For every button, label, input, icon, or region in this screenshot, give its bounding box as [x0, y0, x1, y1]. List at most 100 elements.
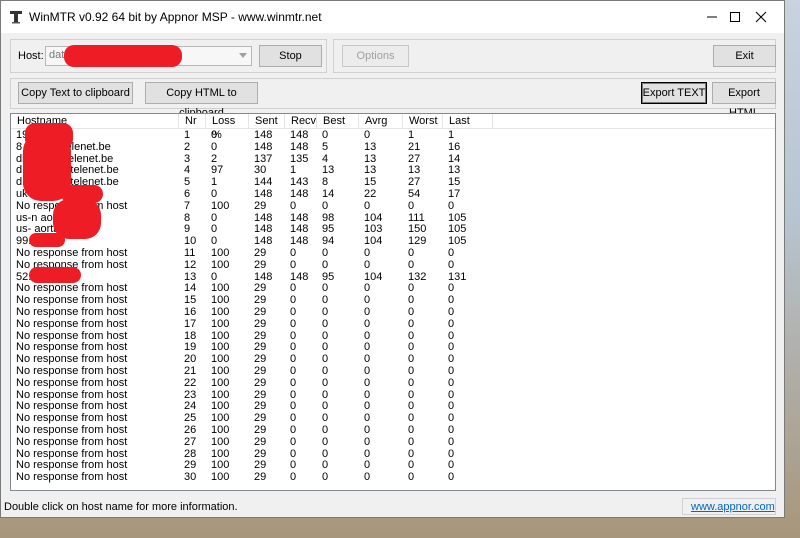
cell-sent: 148 — [254, 140, 273, 153]
cell-recv: 148 — [290, 129, 309, 141]
cell-last: 0 — [448, 247, 455, 259]
table-row[interactable]: No response from host 22 100 29 0 0 0 0 0 — [11, 377, 775, 389]
cell-last: 16 — [448, 140, 461, 153]
table-row[interactable]: 8 access.telenet.be201481485132116 — [11, 141, 775, 153]
table-row[interactable]: uk-lo aorta.net6014814814225417 — [11, 188, 775, 200]
close-button[interactable] — [738, 1, 784, 33]
cell-best: 0 — [322, 388, 329, 401]
cell-hostname: No response from host — [16, 471, 128, 484]
table-row[interactable]: No response from host 24 100 29 0 0 0 0 0 — [11, 400, 775, 412]
table-row[interactable]: 19 1 0 148 148 0 0 1 1 — [11, 129, 775, 141]
table-row[interactable]: No response from host 19 100 29 0 0 0 0 0 — [11, 341, 775, 353]
stop-button[interactable]: Stop — [259, 45, 322, 67]
cell-avrg: 0 — [364, 376, 371, 389]
table-row[interactable]: No response from host 28 100 29 0 0 0 0 0 — [11, 448, 775, 460]
cell-best: 13 — [322, 164, 335, 177]
cell-hostname: No response from host — [16, 317, 128, 330]
table-row[interactable]: dD access.telenet.be511441438152715 — [11, 176, 775, 188]
column-header-last[interactable]: Last — [443, 114, 493, 128]
winmtr-app-icon — [9, 10, 23, 24]
table-row[interactable]: No response from host 15 100 29 0 0 0 0 0 — [11, 294, 775, 306]
column-header-best[interactable]: Best — [317, 114, 359, 128]
column-header-loss[interactable]: Loss % — [206, 114, 249, 141]
column-header-worst[interactable]: Worst — [403, 114, 443, 128]
cell-sent: 148 — [254, 235, 273, 248]
cell-loss: 100 — [211, 353, 230, 366]
cell-loss: 0 — [211, 211, 218, 224]
column-header-sent[interactable]: Sent — [249, 114, 285, 128]
table-row[interactable]: No response from host 21 100 29 0 0 0 0 0 — [11, 365, 775, 377]
host-label: Host: — [18, 50, 44, 62]
cell-avrg: 0 — [364, 282, 371, 295]
table-row[interactable]: No response from host 14 100 29 0 0 0 0 0 — [11, 282, 775, 294]
cell-nr: 18 — [184, 329, 197, 342]
table-row[interactable]: No response from host 30 100 29 0 0 0 0 0 — [11, 471, 775, 483]
title-bar[interactable]: WinMTR v0.92 64 bit by Appnor MSP - www.… — [1, 1, 784, 33]
cell-hostname: No response from host — [16, 424, 128, 436]
cell-loss: 100 — [211, 365, 230, 377]
cell-last: 0 — [448, 365, 455, 377]
combo-dropdown-button[interactable] — [235, 47, 251, 65]
cell-last: 0 — [448, 341, 455, 354]
column-header-recv[interactable]: Recv — [285, 114, 317, 128]
table-row[interactable]: 99.8 10 0 148 148 94 104 129 105 — [11, 235, 775, 247]
cell-loss: 97 — [211, 164, 224, 177]
table-row[interactable]: No response from host71002900000 — [11, 200, 775, 212]
cell-nr: 14 — [184, 282, 197, 295]
cell-sent: 29 — [254, 388, 267, 401]
cell-recv: 148 — [290, 223, 309, 236]
trace-results-list[interactable]: Hostname Nr Loss % Sent Recv Best Avrg Worst Las… — [10, 113, 776, 491]
cell-hostname: No response from host — [16, 282, 128, 295]
table-row[interactable]: 52. 13 0 148 148 95 104 132 131 — [11, 271, 775, 283]
export-text-button[interactable]: Export TEXT — [641, 82, 707, 104]
cell-last: 0 — [448, 306, 455, 318]
cell-last: 105 — [448, 211, 467, 224]
table-row[interactable]: No response from host 17 100 29 0 0 0 0 0 — [11, 318, 775, 330]
appnor-link[interactable]: www.appnor.com — [691, 501, 775, 513]
copy-text-button[interactable]: Copy Text to clipboard — [18, 82, 133, 104]
table-row[interactable]: No response from host 29 100 29 0 0 0 0 0 — [11, 459, 775, 471]
cell-last: 15 — [448, 176, 461, 189]
cell-worst: 54 — [408, 188, 421, 200]
cell-best: 0 — [322, 424, 329, 436]
cell-best: 95 — [322, 270, 335, 283]
cell-recv: 148 — [290, 270, 309, 283]
cell-recv: 0 — [290, 459, 297, 472]
export-html-button[interactable]: Export HTML — [712, 82, 776, 119]
table-row[interactable]: No response from host 20 100 29 0 0 0 0 0 — [11, 353, 775, 365]
table-row[interactable]: No response from host 18 100 29 0 0 0 0 0 — [11, 330, 775, 342]
table-row[interactable]: No response from host 11 100 29 0 0 0 0 0 — [11, 247, 775, 259]
winmtr-window: WinMTR v0.92 64 bit by Appnor MSP - www.… — [0, 0, 785, 518]
cell-nr: 17 — [184, 317, 197, 330]
cell-loss: 100 — [211, 199, 230, 212]
cell-recv: 1 — [290, 164, 297, 177]
copy-html-button[interactable]: Copy HTML to clipboard — [145, 82, 258, 119]
exit-button[interactable]: Exit — [713, 45, 776, 67]
table-row[interactable]: us- aorta.net 9 0 148 148 95 103 150 105 — [11, 223, 775, 235]
cell-best: 0 — [322, 435, 329, 448]
cell-sent: 29 — [254, 294, 267, 307]
cell-nr: 26 — [184, 424, 197, 436]
cell-nr: 22 — [184, 376, 197, 389]
cell-hostname: No response from host — [16, 447, 128, 460]
cell-last: 0 — [448, 435, 455, 448]
table-row[interactable]: No response from host 23 100 29 0 0 0 0 0 — [11, 389, 775, 401]
cell-avrg: 0 — [364, 400, 371, 413]
table-row[interactable]: No response from host 16 100 29 0 0 0 0 0 — [11, 306, 775, 318]
column-header-nr[interactable]: Nr — [179, 114, 206, 128]
table-row[interactable]: No response from host 25 100 29 0 0 0 0 0 — [11, 412, 775, 424]
cell-loss: 0 — [211, 223, 218, 236]
cell-worst: 0 — [408, 199, 415, 212]
table-row[interactable]: No response from host 27 100 29 0 0 0 0 0 — [11, 436, 775, 448]
table-row[interactable]: dD access.telenet.be49730113131313 — [11, 164, 775, 176]
cell-loss: 1 — [211, 176, 218, 189]
options-button[interactable]: Options — [342, 45, 409, 67]
cell-hostname: No response from host — [16, 459, 128, 472]
list-header: Hostname Nr Loss % Sent Recv Best Avrg Worst Las… — [11, 114, 775, 141]
table-row[interactable]: No response from host 12 100 29 0 0 0 0 0 — [11, 259, 775, 271]
table-row[interactable]: No response from host 26 100 29 0 0 0 0 0 — [11, 424, 775, 436]
cell-last: 1 — [448, 129, 455, 141]
table-row[interactable]: dl access.telenet.be321371354132714 — [11, 153, 775, 165]
column-header-avrg[interactable]: Avrg — [359, 114, 403, 128]
table-row[interactable]: us-n aorta.net 8 0 148 148 98 104 111 105 — [11, 212, 775, 224]
